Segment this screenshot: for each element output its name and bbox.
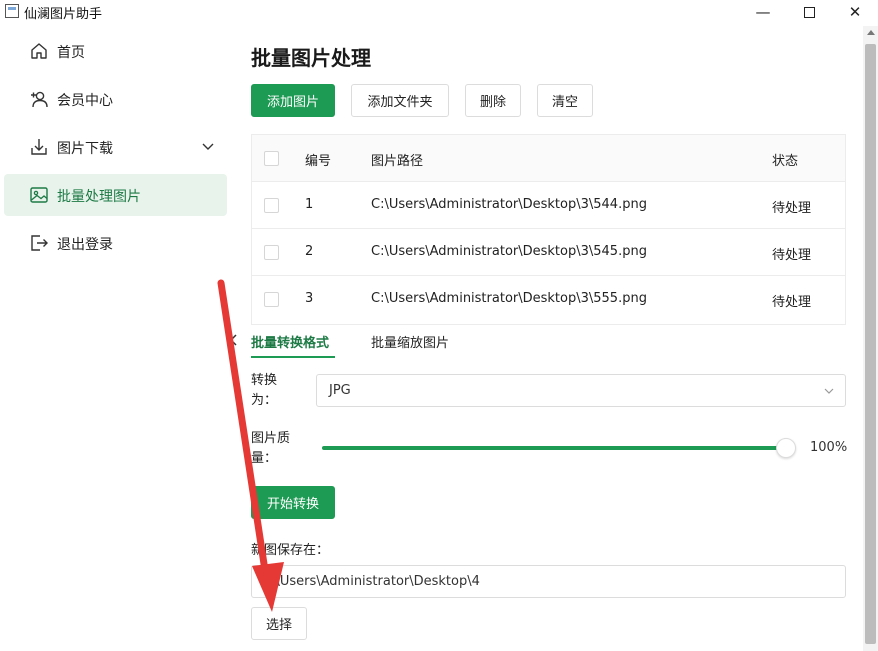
quality-label: 图片质 量： (251, 429, 299, 469)
save-path-input[interactable]: C:\Users\Administrator\Desktop\4 (251, 565, 846, 598)
sidebar-item-logout[interactable]: 退出登录 (4, 222, 227, 264)
save-location-label: 新图保存在： (251, 543, 330, 558)
format-select-value: JPG (329, 383, 351, 398)
main-content: 批量图片处理 添加图片 添加文件夹 删除 清空 编号 图片路径 状态 1 C:\… (235, 26, 862, 651)
header-path: 图片路径 (371, 154, 424, 169)
delete-button[interactable]: 删除 (465, 84, 521, 117)
row-checkbox[interactable] (264, 292, 279, 307)
maximize-icon (803, 6, 815, 18)
quality-slider-thumb[interactable] (776, 438, 796, 458)
sidebar-item-label: 批量处理图片 (57, 189, 141, 205)
scroll-up-arrow-icon[interactable] (867, 30, 875, 35)
logout-icon (31, 235, 48, 251)
chevron-down-icon (824, 388, 834, 394)
choose-folder-button[interactable]: 选择 (251, 607, 307, 640)
row-status: 待处理 (772, 248, 812, 263)
row-path: C:\Users\Administrator\Desktop\3\544.png (371, 197, 647, 212)
row-num: 1 (305, 197, 314, 212)
row-status: 待处理 (772, 201, 812, 216)
table-row[interactable]: 3 C:\Users\Administrator\Desktop\3\555.p… (252, 276, 845, 323)
close-button[interactable]: ✕ (832, 0, 878, 24)
quality-label-line2: 量： (251, 451, 278, 466)
vertical-scrollbar[interactable] (863, 26, 878, 651)
scrollbar-thumb[interactable] (865, 44, 876, 644)
minimize-button[interactable]: — (740, 0, 786, 24)
row-num: 2 (305, 244, 314, 259)
table-row[interactable]: 2 C:\Users\Administrator\Desktop\3\545.p… (252, 229, 845, 276)
sidebar-item-label: 会员中心 (57, 93, 113, 109)
home-icon (31, 43, 47, 59)
app-icon (5, 4, 19, 18)
convert-label-line2: 为： (251, 393, 278, 408)
row-path: C:\Users\Administrator\Desktop\3\555.png (371, 291, 647, 306)
row-status: 待处理 (772, 295, 812, 310)
sidebar-item-batch-process[interactable]: 批量处理图片 (4, 174, 227, 216)
row-num: 3 (305, 291, 314, 306)
active-tab-indicator (251, 356, 335, 358)
quality-label-line1: 图片质 (251, 431, 291, 446)
format-select[interactable]: JPG (316, 374, 846, 407)
app-window: 仙澜图片助手 — ✕ 首页 会员中心 图片下载 批量处理图片 退出登录 批量图片… (0, 0, 878, 651)
start-convert-button[interactable]: 开始转换 (251, 486, 335, 519)
row-checkbox[interactable] (264, 245, 279, 260)
clear-button[interactable]: 清空 (537, 84, 593, 117)
sidebar-item-label: 首页 (57, 45, 85, 61)
maximize-button[interactable] (786, 0, 832, 24)
row-path: C:\Users\Administrator\Desktop\3\545.png (371, 244, 647, 259)
quality-slider-track[interactable] (322, 446, 785, 450)
page-title: 批量图片处理 (251, 46, 371, 70)
tab-batch-resize[interactable]: 批量缩放图片 (371, 332, 449, 351)
image-icon (30, 187, 48, 203)
image-table: 编号 图片路径 状态 1 C:\Users\Administrator\Desk… (251, 134, 846, 325)
add-image-button[interactable]: 添加图片 (251, 84, 335, 117)
tab-batch-convert[interactable]: 批量转换格式 (251, 332, 329, 351)
title-bar: 仙澜图片助手 — ✕ (0, 0, 878, 24)
quality-value: 100% (810, 440, 848, 455)
chevron-down-icon[interactable] (201, 139, 215, 153)
header-status: 状态 (772, 154, 799, 169)
download-icon (31, 139, 47, 155)
sidebar-item-image-download[interactable]: 图片下载 (4, 126, 227, 168)
sidebar: 首页 会员中心 图片下载 批量处理图片 退出登录 (0, 26, 235, 651)
window-title: 仙澜图片助手 (24, 7, 103, 22)
header-num: 编号 (305, 154, 332, 169)
convert-label-line1: 转换 (251, 373, 278, 388)
user-plus-icon (31, 91, 48, 108)
save-path-value: C:\Users\Administrator\Desktop\4 (262, 574, 480, 589)
sidebar-item-label: 图片下载 (57, 141, 113, 157)
table-row[interactable]: 1 C:\Users\Administrator\Desktop\3\544.p… (252, 182, 845, 229)
row-checkbox[interactable] (264, 198, 279, 213)
table-header-row: 编号 图片路径 状态 (252, 135, 845, 182)
sidebar-item-home[interactable]: 首页 (4, 30, 227, 72)
sidebar-item-label: 退出登录 (57, 237, 113, 253)
add-folder-button[interactable]: 添加文件夹 (351, 84, 449, 117)
sidebar-item-member-center[interactable]: 会员中心 (4, 78, 227, 120)
select-all-checkbox[interactable] (264, 151, 279, 166)
convert-to-label: 转换 为： (251, 371, 299, 411)
